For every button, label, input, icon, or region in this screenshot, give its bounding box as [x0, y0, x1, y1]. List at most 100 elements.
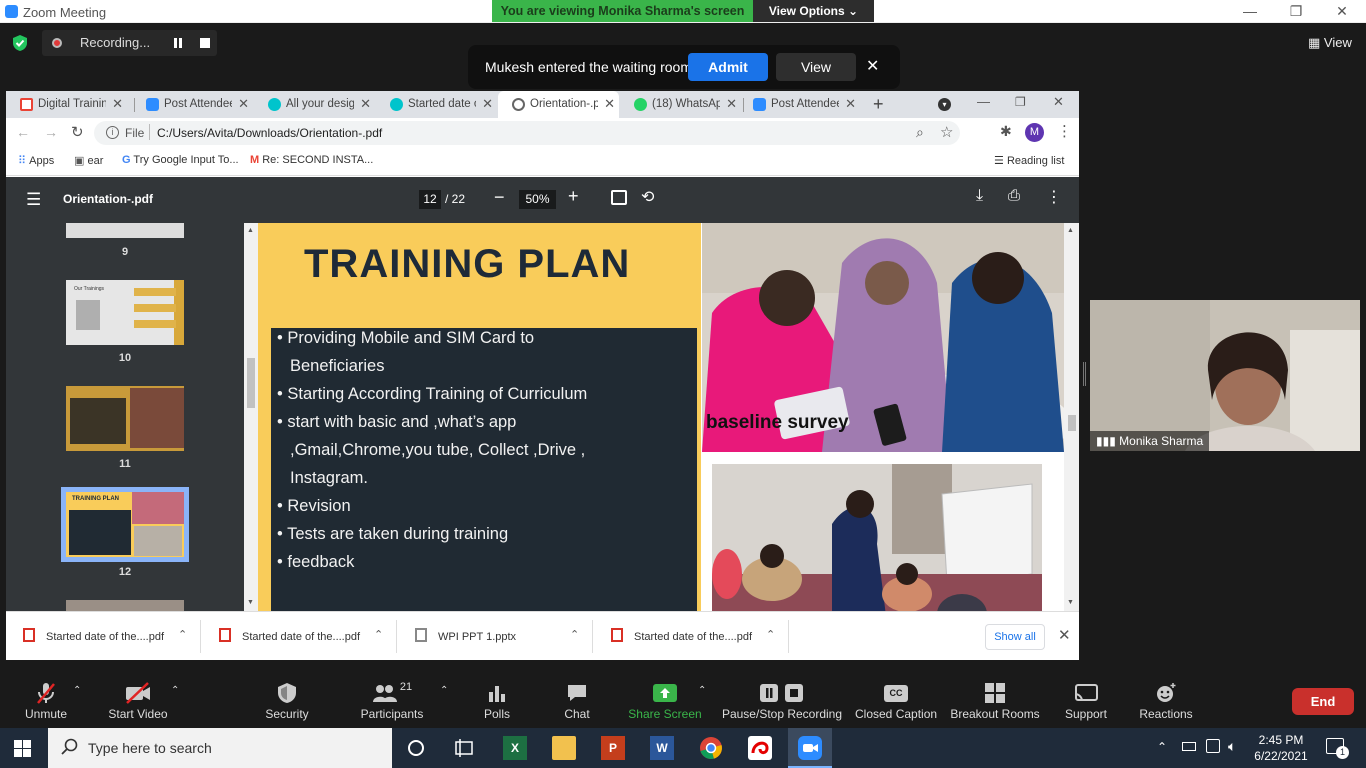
- thumbnail-10[interactable]: Our Trainings: [66, 280, 184, 345]
- participants-button[interactable]: 21 Participants: [358, 679, 426, 721]
- scrollbar-thumb[interactable]: [1068, 415, 1076, 431]
- word-icon[interactable]: W: [650, 736, 674, 760]
- bookmark-google-input[interactable]: G Try Google Input To...: [122, 154, 239, 166]
- polls-button[interactable]: Polls: [478, 679, 516, 721]
- chevron-up-icon[interactable]: ⌃: [570, 628, 579, 641]
- thumbnail-scrollbar[interactable]: ▲ ▼: [244, 223, 258, 611]
- fit-page-icon[interactable]: [611, 190, 627, 205]
- download-icon[interactable]: ⤓: [976, 187, 983, 205]
- stop-recording-icon[interactable]: [200, 38, 210, 48]
- tray-chevron-up-icon[interactable]: ⌃: [1157, 740, 1167, 754]
- tab-orientation-pdf[interactable]: Orientation-.pdf ✕: [498, 91, 619, 118]
- scroll-up-icon[interactable]: ▲: [247, 227, 254, 234]
- tab-post-attendee-2[interactable]: Post Attendee ✕: [739, 91, 860, 118]
- download-item[interactable]: Started date of the....pdf ⌃: [594, 612, 789, 661]
- volume-icon[interactable]: 🔈︎: [1228, 738, 1236, 755]
- admit-button[interactable]: Admit: [688, 53, 768, 81]
- restore-icon[interactable]: ❐: [1287, 3, 1305, 19]
- closed-caption-button[interactable]: CC Closed Caption: [855, 679, 937, 721]
- back-icon[interactable]: ←: [16, 124, 30, 140]
- close-tab-icon[interactable]: ✕: [238, 96, 249, 112]
- chevron-up-icon[interactable]: ⌃: [374, 628, 383, 641]
- rotate-icon[interactable]: ⟲: [641, 187, 654, 207]
- profile-avatar[interactable]: M: [1025, 123, 1044, 142]
- bookmark-star-icon[interactable]: ☆: [940, 123, 953, 141]
- cortana-icon[interactable]: [404, 736, 428, 760]
- scroll-up-icon[interactable]: ▲: [1067, 227, 1074, 234]
- pdf-scrollbar[interactable]: ▲ ▼: [1064, 223, 1079, 611]
- minimize-icon[interactable]: —: [1241, 3, 1259, 19]
- chrome-minimize-icon[interactable]: —: [977, 94, 990, 109]
- powerpoint-icon[interactable]: P: [601, 736, 625, 760]
- breakout-rooms-button[interactable]: Breakout Rooms: [950, 679, 1040, 721]
- chevron-up-icon[interactable]: ⌃: [766, 628, 775, 641]
- shield-check-icon[interactable]: [12, 34, 28, 52]
- windows-start-icon[interactable]: [14, 740, 31, 757]
- extensions-puzzle-icon[interactable]: ✱: [1000, 123, 1012, 140]
- security-button[interactable]: Security: [263, 679, 311, 721]
- taskbar-search-box[interactable]: Type here to search: [48, 728, 392, 768]
- download-item[interactable]: WPI PPT 1.pptx ⌃: [398, 612, 593, 661]
- view-waiting-button[interactable]: View: [776, 53, 856, 81]
- notifications-icon[interactable]: 1: [1326, 738, 1349, 759]
- close-tab-icon[interactable]: ✕: [845, 96, 856, 112]
- audio-options-caret-icon[interactable]: ⌃: [73, 685, 81, 696]
- tab-search-icon[interactable]: ▾: [938, 98, 951, 111]
- close-tab-icon[interactable]: ✕: [726, 96, 737, 112]
- forward-icon[interactable]: →: [44, 124, 58, 140]
- thumbnail-12-selected[interactable]: TRAINING PLAN: [61, 487, 189, 562]
- close-downloads-icon[interactable]: ✕: [1058, 626, 1071, 644]
- video-options-caret-icon[interactable]: ⌃: [171, 685, 179, 696]
- chrome-restore-icon[interactable]: ❐: [1015, 95, 1026, 109]
- reading-list-button[interactable]: ☰ Reading list: [994, 154, 1064, 167]
- bookmark-second-insta[interactable]: M Re: SECOND INSTA...: [250, 154, 373, 166]
- bookmark-ear[interactable]: ▣ ear: [74, 154, 103, 167]
- chat-button[interactable]: Chat: [559, 679, 595, 721]
- task-view-icon[interactable]: [452, 736, 476, 760]
- scroll-down-icon[interactable]: ▼: [247, 599, 254, 606]
- thumbnail-9[interactable]: [66, 223, 184, 238]
- close-tab-icon[interactable]: ✕: [482, 96, 493, 112]
- zoom-out-icon[interactable]: −: [494, 187, 505, 208]
- scrollbar-thumb[interactable]: [247, 358, 255, 408]
- system-clock[interactable]: 2:45 PM 6/22/2021: [1249, 732, 1313, 764]
- tab-all-your-design[interactable]: All your design ✕: [254, 91, 375, 118]
- tab-post-attendee[interactable]: Post Attendee ✕: [132, 91, 253, 118]
- tab-whatsapp[interactable]: (18) WhatsApp ✕: [620, 91, 741, 118]
- chrome-menu-icon[interactable]: ⋮: [1057, 122, 1072, 140]
- share-options-caret-icon[interactable]: ⌃: [698, 685, 706, 696]
- close-icon[interactable]: ✕: [866, 56, 879, 76]
- address-bar[interactable]: i File C:/Users/Avita/Downloads/Orientat…: [94, 121, 960, 145]
- show-all-downloads-button[interactable]: Show all: [985, 624, 1045, 650]
- tab-digital-training[interactable]: Digital Training ✕: [6, 91, 127, 118]
- battery-icon[interactable]: [1182, 742, 1196, 751]
- unmute-button[interactable]: Unmute: [20, 679, 72, 721]
- zoom-magnifier-icon[interactable]: ⌕: [916, 124, 924, 141]
- chrome-close-icon[interactable]: ✕: [1053, 94, 1064, 110]
- thumbnail-13[interactable]: [66, 600, 184, 611]
- download-item[interactable]: Started date of the....pdf ⌃: [202, 612, 397, 661]
- chevron-up-icon[interactable]: ⌃: [178, 628, 187, 641]
- print-icon[interactable]: ⎙: [1008, 187, 1020, 204]
- thumbnail-11[interactable]: [66, 386, 184, 451]
- info-icon[interactable]: i: [106, 126, 119, 139]
- airtel-icon[interactable]: [748, 736, 772, 760]
- pause-recording-icon[interactable]: [173, 37, 183, 49]
- close-tab-icon[interactable]: ✕: [604, 96, 615, 112]
- download-item[interactable]: Started date of the....pdf ⌃: [6, 612, 201, 661]
- start-video-button[interactable]: Start Video: [105, 679, 171, 721]
- network-icon[interactable]: [1206, 739, 1220, 753]
- chrome-icon[interactable]: [699, 736, 723, 760]
- pdf-more-icon[interactable]: ⋮: [1046, 187, 1062, 207]
- support-button[interactable]: Support: [1062, 679, 1110, 721]
- participant-video[interactable]: ▮▮▮ Monika Sharma: [1090, 300, 1360, 451]
- end-meeting-button[interactable]: End: [1292, 688, 1354, 715]
- excel-icon[interactable]: X: [503, 736, 527, 760]
- reactions-button[interactable]: Reactions: [1138, 679, 1194, 721]
- zoom-taskbar-item[interactable]: [788, 728, 832, 768]
- close-tab-icon[interactable]: ✕: [112, 96, 123, 112]
- close-tab-icon[interactable]: ✕: [360, 96, 371, 112]
- file-explorer-icon[interactable]: [552, 736, 576, 760]
- participants-caret-icon[interactable]: ⌃: [440, 685, 448, 696]
- view-options-button[interactable]: View Options ⌄: [753, 0, 874, 22]
